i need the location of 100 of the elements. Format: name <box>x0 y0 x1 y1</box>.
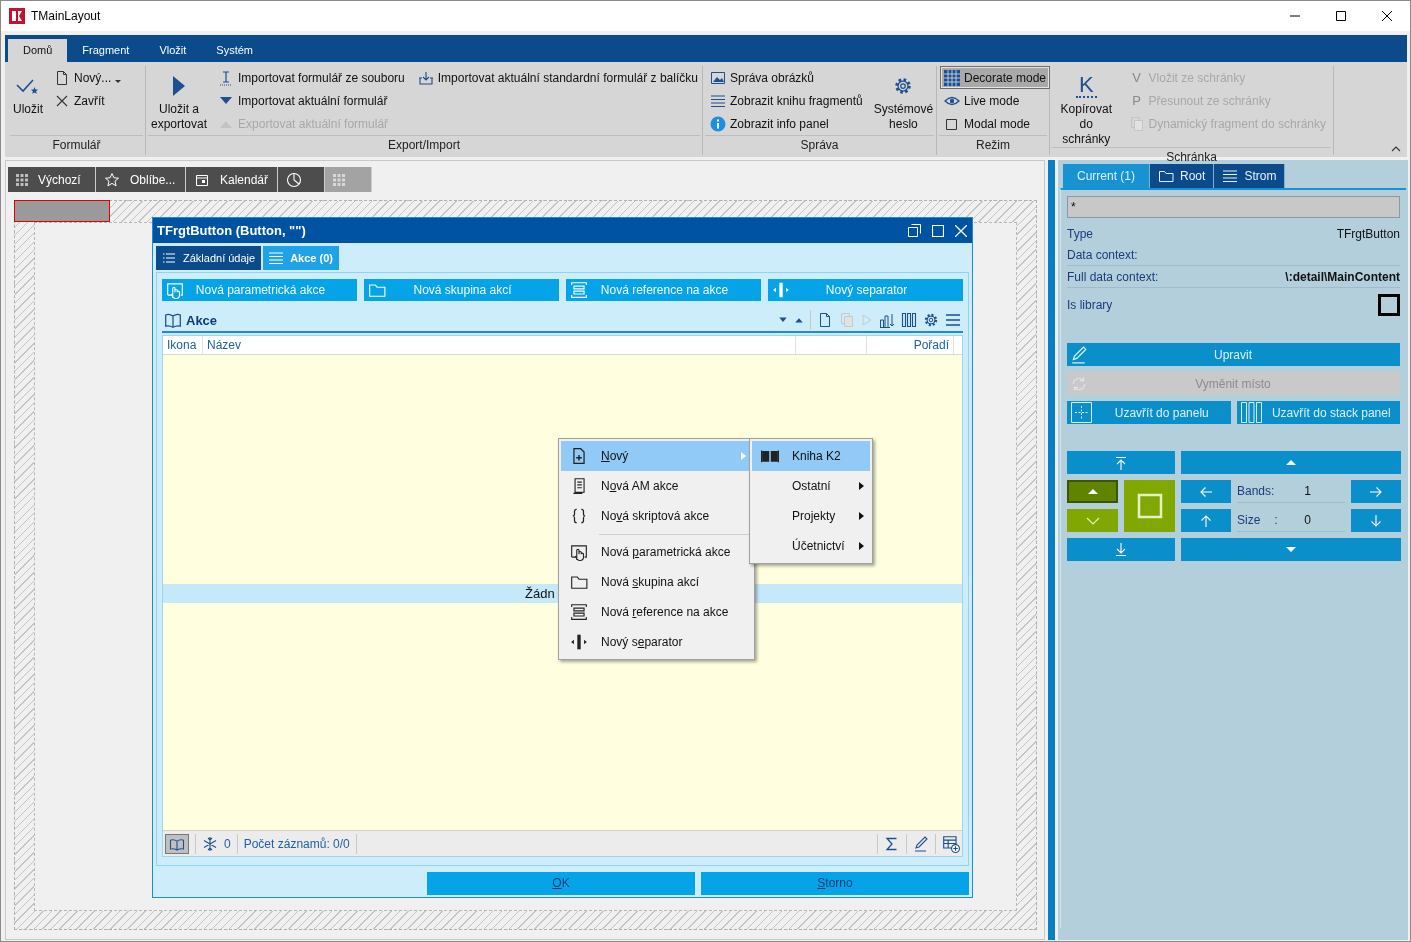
document-icon <box>54 69 70 86</box>
book-button[interactable] <box>165 833 189 854</box>
ribbon-button[interactable]: Uložit a exportovat <box>149 66 210 132</box>
ribbon-button[interactable]: Systémové heslo <box>871 66 936 132</box>
group-label: Export/Import <box>148 135 700 155</box>
square-icon <box>1136 493 1163 519</box>
property-value: \:detail\MainContent <box>1285 269 1400 284</box>
folder-icon <box>570 573 588 591</box>
maximize-icon <box>931 224 944 237</box>
field-label: Bands: <box>1237 484 1275 498</box>
move-up-button[interactable] <box>1067 480 1118 503</box>
rotate-arrows-icon <box>1070 374 1088 393</box>
menu-item[interactable]: Nový <box>561 441 752 471</box>
image-icon <box>710 69 726 86</box>
column-header[interactable]: Ikona <box>163 336 203 354</box>
designer-tab[interactable] <box>278 167 325 192</box>
minimize-icon <box>1290 15 1300 17</box>
window-title: TMainLayout <box>31 9 101 23</box>
table-add-icon[interactable] <box>942 834 960 853</box>
menu-item[interactable]: Účetnictví <box>752 531 870 561</box>
chevron-down-icon <box>1085 516 1100 525</box>
menu-item[interactable]: Nová AM akce <box>561 471 752 501</box>
panel-tab[interactable]: Root <box>1150 164 1215 188</box>
filter-field[interactable]: * <box>1067 196 1400 218</box>
ribbon-button[interactable]: Decorate mode <box>940 66 1051 89</box>
property-value: TFrgtButton <box>1336 227 1400 241</box>
lines-icon <box>710 92 726 109</box>
menu-item[interactable]: Kniha K2 <box>752 441 870 471</box>
ribbon-button[interactable]: Zobrazit info panel <box>706 112 867 135</box>
property-name: Type <box>1067 227 1093 241</box>
folder-icon <box>1158 168 1174 184</box>
ribbon-button[interactable]: Zavřít <box>50 89 126 112</box>
triangle-down-icon <box>1286 547 1296 552</box>
menu-icon[interactable] <box>945 312 961 328</box>
designer-tab[interactable]: Kalendář <box>186 167 278 192</box>
separator-icon <box>772 281 790 299</box>
panel-tab[interactable]: Strom <box>1214 164 1286 188</box>
checkbox[interactable] <box>1378 294 1400 316</box>
grid-title: Akce <box>186 312 219 328</box>
ribbon-button[interactable]: Importovat aktuální formulář <box>214 89 409 112</box>
menu-item[interactable]: Nová parametrická akce <box>561 537 752 567</box>
snowflake-icon[interactable] <box>202 835 218 852</box>
ribbon-tab[interactable]: Systém <box>201 39 268 62</box>
ribbon-tab[interactable]: Domů <box>8 39 68 62</box>
info-icon <box>710 115 726 132</box>
menu-item[interactable]: Nová skriptová akce <box>561 501 752 531</box>
columns-icon[interactable] <box>901 312 917 328</box>
settings-icon[interactable] <box>923 312 939 328</box>
pie-chart-icon <box>286 171 302 188</box>
grid-icon <box>944 69 960 86</box>
ribbon-tab[interactable]: Vložit <box>144 39 202 62</box>
submenu-arrow-icon <box>859 512 864 520</box>
collapse-ribbon-icon[interactable] <box>1391 145 1401 153</box>
column-header[interactable]: Název <box>203 336 796 354</box>
group-label: Formulář <box>10 135 143 155</box>
field-label: : <box>1274 513 1278 527</box>
checkbox-label: Is library <box>1067 298 1113 312</box>
folder-icon <box>368 281 386 299</box>
ribbon-button[interactable]: Modal mode <box>940 112 1051 135</box>
center-button[interactable] <box>1124 480 1175 532</box>
ribbon-button[interactable]: K Kopírovat do schránky <box>1053 66 1120 147</box>
sum-icon[interactable] <box>884 835 900 852</box>
arrow-icon <box>1368 512 1384 529</box>
ribbon-button[interactable]: Zobrazit knihu fragmentů <box>706 89 867 112</box>
column-header[interactable]: Pořadí <box>867 336 954 354</box>
app-icon <box>9 8 25 24</box>
field-label: Size <box>1237 513 1261 527</box>
dialog-button[interactable]: OK <box>427 872 695 895</box>
star-icon <box>104 171 120 188</box>
ribbon-button[interactable]: Importovat aktuální standardní formulář z balíčku <box>413 66 702 89</box>
field-value: 0 <box>1304 513 1311 527</box>
menu-item[interactable]: Nový separator <box>561 627 752 657</box>
book-icon <box>761 447 779 465</box>
dialog-tab[interactable]: Základní údaje <box>156 246 262 270</box>
grid-icon <box>16 173 28 186</box>
ribbon-button[interactable]: Nový... <box>50 66 126 89</box>
ribbon-tab[interactable]: Fragment <box>67 39 145 62</box>
triangle-up-icon <box>1286 460 1296 465</box>
ribbon-button[interactable]: Správa obrázků <box>706 66 867 89</box>
panel-icon <box>1070 401 1093 424</box>
document-icon[interactable] <box>817 312 833 328</box>
ribbon-button[interactable]: Live mode <box>940 89 1051 112</box>
arrow-to-top-icon <box>1113 454 1129 471</box>
bar-chart-icon[interactable] <box>879 312 895 328</box>
maximize-icon <box>1336 11 1346 21</box>
property-name: Full data context: <box>1067 269 1159 284</box>
dialog-button[interactable]: Storno <box>701 872 969 895</box>
menu-item[interactable]: Projekty <box>752 501 870 531</box>
ribbon-button[interactable]: Importovat formulář ze souboru <box>214 66 409 89</box>
submenu-arrow-icon <box>859 542 864 550</box>
designer-tab[interactable]: Výchozí <box>8 167 96 192</box>
pencil-icon[interactable] <box>913 835 929 852</box>
reference-icon <box>570 281 588 299</box>
menu-item[interactable]: Ostatní <box>752 471 870 501</box>
ribbon-button[interactable]: Uložit <box>11 66 45 117</box>
property-name: Data context: <box>1067 247 1138 262</box>
copy-icon <box>1128 115 1145 132</box>
designer-tab[interactable]: Oblíbe... <box>96 167 186 192</box>
settings-icon <box>893 76 914 96</box>
status-text: Počet záznamů: 0/0 <box>243 836 350 851</box>
